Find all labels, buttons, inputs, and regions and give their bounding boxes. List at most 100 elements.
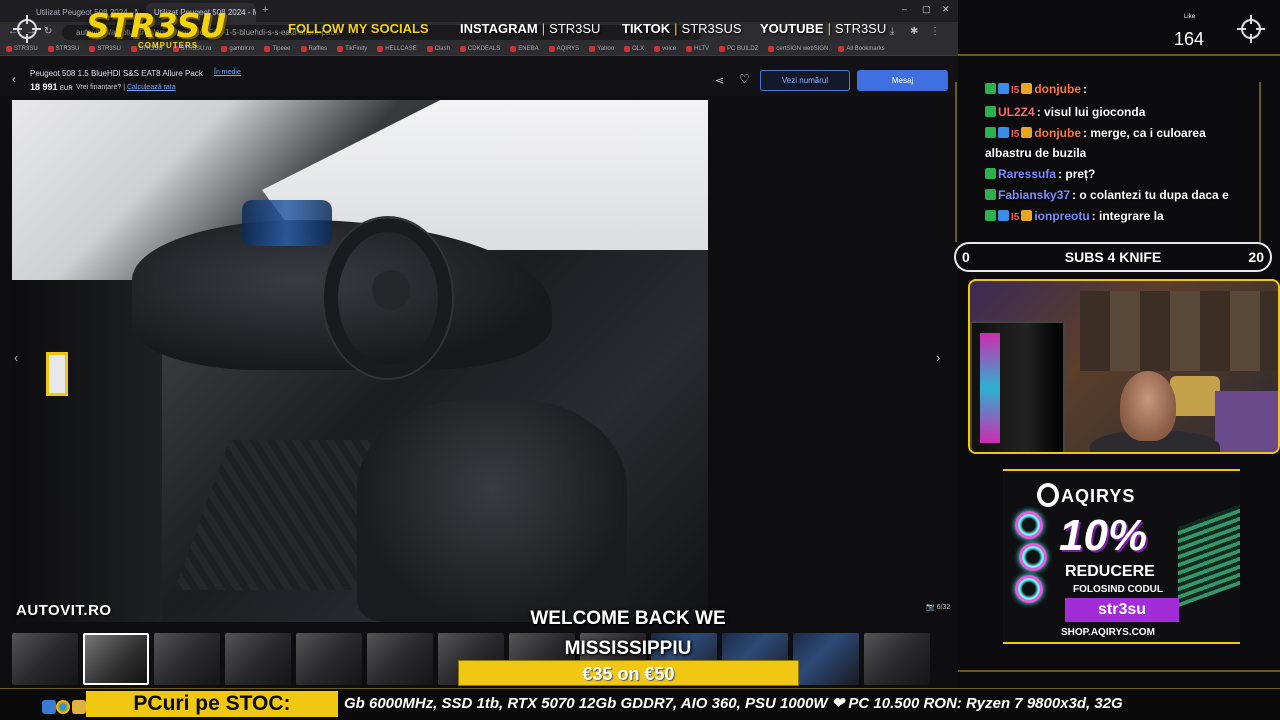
bookmark-icon — [838, 45, 845, 52]
stream-screen: Utilizat Peugeot 508 2024 - Mi Utilizat … — [0, 0, 1280, 720]
bookmark-item[interactable]: All Bookmarks — [838, 45, 885, 52]
caption: WELCOME BACK WE MISSISSIPPIU — [500, 604, 756, 664]
bookmark-item[interactable]: Yahoo — [589, 45, 614, 52]
chat-message: I5 donjube: merge, ca i culoarea albastru… — [985, 124, 1235, 162]
chat-username[interactable]: ionpreotu — [1034, 209, 1089, 223]
photo-seat — [357, 400, 627, 622]
download-icon[interactable]: ⤓ — [890, 26, 894, 37]
next-photo-icon[interactable]: › — [936, 350, 940, 365]
share-icon[interactable]: ⋖ — [715, 74, 724, 87]
keyboard-graphic — [1178, 504, 1240, 608]
chat-username[interactable]: donjube — [1034, 82, 1081, 96]
new-tab-icon[interactable]: + — [262, 4, 268, 16]
folder-icon[interactable] — [72, 700, 86, 714]
minimize-icon[interactable]: – — [902, 4, 907, 14]
bookmark-icon — [686, 45, 693, 52]
chat-username[interactable]: donjube — [1034, 126, 1081, 140]
bookmark-label: TikFinity — [345, 45, 368, 52]
bookmark-label: OLX — [632, 45, 645, 52]
social-youtube: YOUTUBE | STR3SU — [760, 21, 887, 36]
bookmark-item[interactable]: HELLCASE — [377, 45, 417, 52]
green-badge-icon — [985, 168, 996, 179]
finance-text: Vrei finanțare? | Calculează rata — [76, 84, 176, 91]
bookmark-item[interactable]: AQIRYS — [548, 45, 579, 52]
green-badge-icon — [985, 127, 996, 138]
chat-message: UL2Z4: visul lui gioconda — [985, 103, 1235, 121]
bookmark-item[interactable]: Clash — [426, 45, 450, 52]
sponsor-brand: AQIRYS — [1061, 486, 1136, 506]
sponsor-discount: 10% — [1059, 511, 1148, 560]
thumbnail[interactable] — [154, 633, 220, 685]
sponsor-shop-url: SHOP.AQIRYS.COM — [1061, 627, 1155, 638]
message-button[interactable]: Mesaj — [857, 70, 948, 91]
show-number-button[interactable]: Vezi numărul — [760, 70, 850, 91]
cam-shelf — [1080, 291, 1278, 371]
thumbnail[interactable] — [12, 633, 78, 685]
social-handle: STR3SU — [549, 21, 601, 36]
bookmark-item[interactable]: Tipeee — [264, 45, 291, 52]
bookmark-icon — [300, 45, 307, 52]
chat-text: : visul lui gioconda — [1036, 105, 1146, 119]
bookmark-item[interactable]: CDKDEALS — [459, 45, 501, 52]
bookmark-label: STR3SU — [14, 45, 38, 52]
thumbnail-active[interactable] — [83, 633, 149, 685]
heart-icon[interactable]: ♡ — [739, 72, 750, 86]
bookmark-icon — [377, 45, 384, 52]
chrome-icon[interactable] — [56, 700, 70, 714]
condition-link[interactable]: În medie — [214, 69, 241, 76]
bookmark-icon — [264, 45, 271, 52]
bookmark-label: CDKDEALS — [467, 45, 501, 52]
bookmark-item[interactable]: voice — [654, 45, 676, 52]
bookmark-item[interactable]: Raffles — [300, 45, 328, 52]
bookmark-label: ENEBA — [518, 45, 539, 52]
chat-message: I5 donjube: — [985, 80, 1235, 100]
gold-badge-icon — [1021, 83, 1033, 94]
bookmark-item[interactable]: ENEBA — [510, 45, 539, 52]
reload-icon[interactable]: ↻ — [44, 26, 52, 37]
bookmark-label: HLTV — [694, 45, 710, 52]
menu-icon[interactable]: ⋮ — [930, 26, 940, 37]
thumbnail[interactable] — [864, 633, 930, 685]
sub-months-badge-icon: I5 — [1011, 129, 1020, 140]
bookmark-label: certSIGN webSIGN — [776, 45, 829, 52]
cam-pc-case — [970, 321, 1065, 452]
bookmark-item[interactable]: TikFinity — [337, 45, 368, 52]
bookmark-icon — [589, 45, 596, 52]
fan-icon — [1015, 511, 1043, 539]
maximize-icon[interactable]: ▢ — [922, 4, 931, 15]
crosshair-icon — [1237, 15, 1265, 43]
green-badge-icon — [985, 210, 996, 221]
bookmark-item[interactable]: OLX — [624, 45, 645, 52]
sponsor-ad: AQIRYS 10% REDUCERE FOLOSIND CODUL str3s… — [1003, 469, 1240, 644]
bookmark-item[interactable]: STR3SU — [6, 45, 38, 52]
chat-username[interactable]: Raressufa — [998, 167, 1056, 181]
thumbnail[interactable] — [367, 633, 433, 685]
thumbnail[interactable] — [225, 633, 291, 685]
green-badge-icon — [985, 106, 996, 117]
chat-username[interactable]: UL2Z4 — [998, 105, 1035, 119]
back-arrow-icon[interactable]: ‹ — [12, 72, 16, 86]
bookmark-icon — [459, 45, 466, 52]
windows-start-icon[interactable] — [42, 700, 56, 714]
bookmark-item[interactable]: HLTV — [686, 45, 710, 52]
chat-username[interactable]: Fabiansky37 — [998, 188, 1070, 202]
car-photo[interactable] — [12, 100, 708, 622]
prev-photo-icon[interactable]: ‹ — [14, 350, 18, 365]
thumbnail[interactable] — [296, 633, 362, 685]
promo-text: €35 on €50 — [582, 664, 675, 684]
bookmark-item[interactable]: certSIGN webSIGN — [768, 45, 829, 52]
close-icon[interactable]: ✕ — [942, 4, 950, 15]
chat-text: : o colantezi tu dupa daca e — [1072, 188, 1229, 202]
thumbnail[interactable] — [793, 633, 859, 685]
gold-badge-icon — [1021, 210, 1033, 221]
like-label: Like — [1184, 14, 1196, 20]
bookmark-item[interactable]: PC BUILDZ — [719, 45, 758, 52]
calculate-rate-link[interactable]: Calculează rata — [127, 84, 176, 91]
bookmark-label: Raffles — [308, 45, 328, 52]
autovit-watermark: AUTOVIT.RO — [16, 602, 112, 619]
chat-panel: I5 donjube: UL2Z4: visul lui gioconda I5 don… — [985, 80, 1235, 238]
cam-streamer-face — [1120, 371, 1176, 441]
bookmark-item[interactable]: STR3SU — [47, 45, 79, 52]
extensions-icon[interactable]: ✱ — [910, 26, 918, 37]
aqirys-logo-icon — [1037, 483, 1059, 507]
